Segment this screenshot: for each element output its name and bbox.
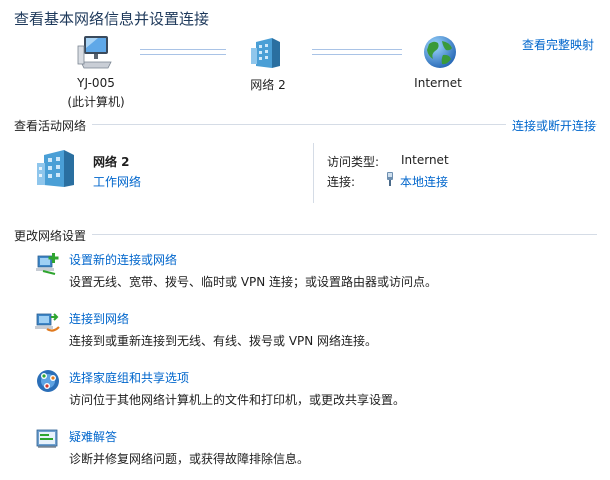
network-type-link[interactable]: 工作网络	[93, 173, 141, 190]
adapter-icon	[387, 172, 393, 186]
connection-label: 连接:	[327, 175, 356, 189]
change-settings-heading: 更改网络设置	[14, 227, 93, 244]
network-name: 网络 2	[250, 78, 286, 92]
troubleshoot-link[interactable]: 疑难解答	[69, 428, 117, 445]
active-networks-heading: 查看活动网络	[14, 117, 93, 134]
network-map: YJ-005 (此计算机) 网络 2 Internet	[0, 30, 610, 110]
map-connector	[312, 49, 402, 55]
internet-name: Internet	[414, 76, 462, 90]
troubleshoot-desc: 诊断并修复网络问题，或获得故障排除信息。	[69, 452, 310, 466]
connect-network-icon	[35, 313, 60, 332]
computer-name: YJ-005	[77, 76, 115, 90]
access-type-label: 访问类型:	[327, 155, 380, 169]
homegroup-sharing-desc: 访问位于其他网络计算机上的文件和打印机，或更改共享设置。	[69, 393, 406, 407]
new-connection-icon	[36, 253, 59, 275]
troubleshoot-icon	[36, 429, 58, 448]
globe-icon[interactable]	[420, 32, 460, 72]
network-building-icon	[37, 150, 74, 187]
page-title: 查看基本网络信息并设置连接	[14, 10, 210, 28]
setup-new-connection-desc: 设置无线、宽带、拨号、临时或 VPN 连接；或设置路由器或访问点。	[69, 275, 438, 289]
computer-icon[interactable]	[76, 32, 116, 72]
local-connection-link[interactable]: 本地连接	[400, 173, 448, 190]
network-icon[interactable]	[248, 32, 288, 72]
column-separator	[313, 143, 314, 203]
connect-to-network-desc: 连接到或重新连接到无线、有线、拨号或 VPN 网络连接。	[69, 334, 378, 348]
active-network-name: 网络 2	[93, 155, 130, 169]
computer-subtitle: (此计算机)	[67, 95, 125, 109]
section-divider	[14, 234, 597, 235]
connect-to-network-link[interactable]: 连接到网络	[69, 310, 129, 327]
homegroup-sharing-link[interactable]: 选择家庭组和共享选项	[69, 369, 189, 386]
homegroup-icon	[37, 370, 59, 392]
connect-disconnect-link[interactable]: 连接或断开连接	[505, 117, 596, 134]
access-type-value: Internet	[401, 153, 449, 167]
map-connector	[140, 49, 226, 55]
setup-new-connection-link[interactable]: 设置新的连接或网络	[69, 251, 177, 268]
